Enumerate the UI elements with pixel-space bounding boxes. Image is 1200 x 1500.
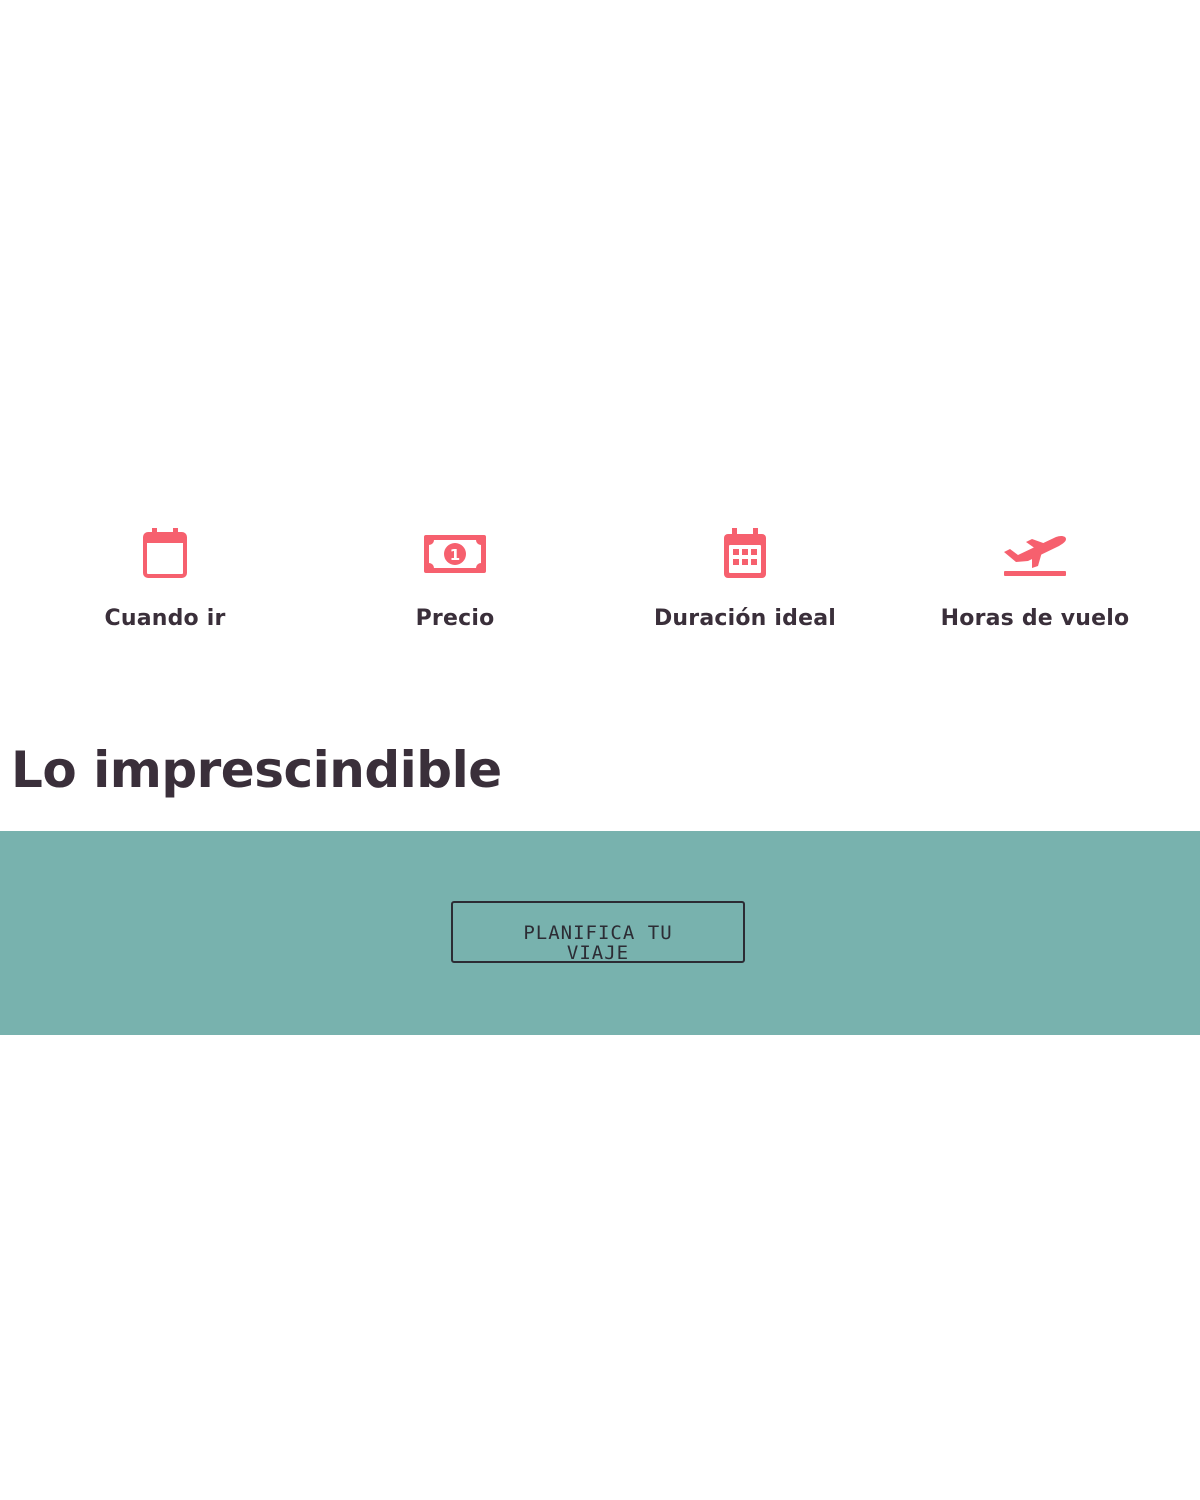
feature-duracion-ideal[interactable]: Duración ideal — [600, 526, 890, 646]
airplane-takeoff-icon — [890, 526, 1180, 582]
calendar-icon — [20, 526, 310, 582]
feature-cuando-ir[interactable]: Cuando ir — [20, 526, 310, 646]
feature-label: Duración ideal — [653, 606, 837, 631]
section-title: Lo imprescindible — [11, 741, 502, 799]
feature-label: Horas de vuelo — [940, 606, 1130, 631]
feature-precio[interactable]: 1 Precio — [310, 526, 600, 646]
feature-row: Cuando ir 1 Precio Duración ideal Horas … — [0, 526, 1200, 646]
svg-text:1: 1 — [450, 546, 460, 564]
banknote-icon: 1 — [310, 526, 600, 582]
calendar-grid-icon — [600, 526, 890, 582]
plan-trip-button[interactable]: PLANIFICA TU VIAJE — [451, 901, 745, 963]
cta-band: PLANIFICA TU VIAJE — [0, 831, 1200, 1035]
feature-label: Precio — [415, 606, 495, 631]
feature-label: Cuando ir — [104, 606, 226, 631]
feature-horas-de-vuelo[interactable]: Horas de vuelo — [890, 526, 1180, 646]
